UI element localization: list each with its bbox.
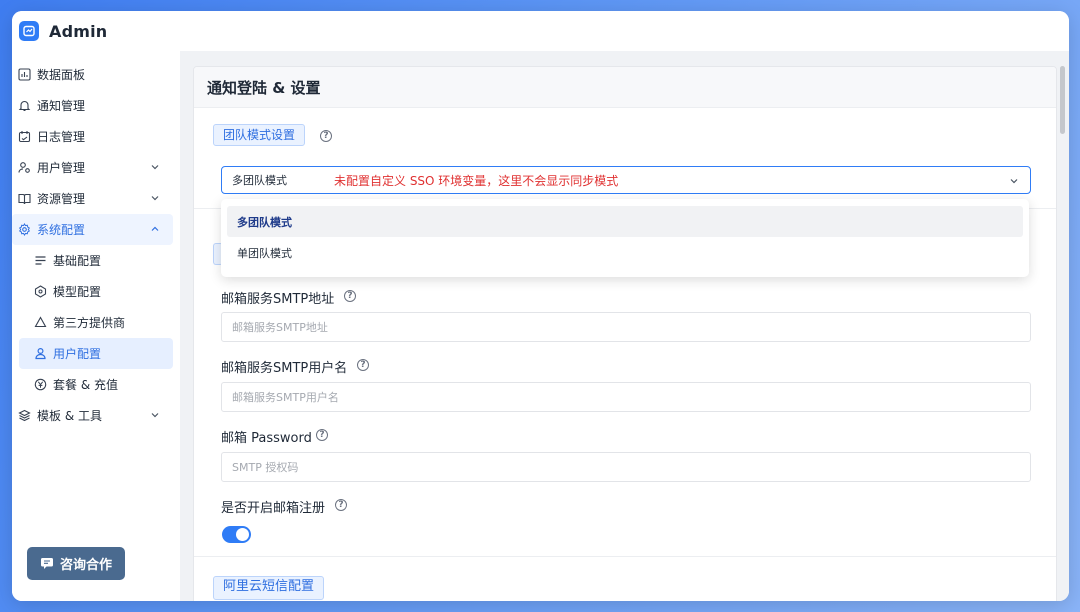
sidebar-item-logs[interactable]: 日志管理 <box>12 121 173 152</box>
sms-section-tag: 阿里云短信配置 <box>213 576 325 600</box>
menu-lines-icon <box>33 254 47 268</box>
sidebar-subitem-basic-config[interactable]: 基础配置 <box>19 245 173 276</box>
chevron-up-icon <box>151 226 159 231</box>
sidebar-subitem-plans[interactable]: 套餐 & 充值 <box>19 369 173 400</box>
smtp-host-label: 邮箱服务SMTP地址 <box>221 292 335 307</box>
help-icon[interactable]: ? <box>335 499 347 511</box>
sidebar-subitem-user-config[interactable]: 用户配置 <box>19 338 173 369</box>
team-mode-dropdown: 多团队模式 单团队模式 <box>221 199 1029 277</box>
team-mode-value: 多团队模式 <box>232 174 287 187</box>
settings-card: 通知登陆 & 设置 团队模式设置 ? 多团队模式 未配置自定义 SSO 环境变量… <box>193 66 1057 601</box>
card-title: 通知登陆 & 设置 <box>194 67 1056 108</box>
smtp-password-input[interactable]: SMTP 授权码 <box>221 452 1031 482</box>
sidebar-item-resources[interactable]: 资源管理 <box>12 183 173 214</box>
help-icon[interactable]: ? <box>357 359 369 371</box>
chat-icon <box>40 558 53 569</box>
sidebar-subitem-third-party[interactable]: 第三方提供商 <box>19 307 173 338</box>
sidebar-item-label: 第三方提供商 <box>53 316 126 330</box>
sidebar-item-users[interactable]: 用户管理 <box>12 152 173 183</box>
smtp-user-input[interactable]: 邮箱服务SMTP用户名 <box>221 382 1031 412</box>
chevron-down-icon <box>151 196 159 201</box>
sidebar-item-templates[interactable]: 模板 & 工具 <box>12 400 173 431</box>
book-icon <box>17 192 31 206</box>
chevron-down-icon <box>1010 179 1018 184</box>
consult-button[interactable]: 咨询合作 <box>27 547 125 580</box>
sidebar-item-label: 数据面板 <box>37 68 86 82</box>
app-title: Admin <box>49 21 108 41</box>
smtp-user-label: 邮箱服务SMTP用户名 <box>221 361 348 376</box>
sidebar-item-label: 基础配置 <box>53 254 102 268</box>
email-register-label: 是否开启邮箱注册 <box>221 501 326 516</box>
chevron-down-icon <box>151 165 159 170</box>
sidebar-item-notifications[interactable]: 通知管理 <box>12 90 173 121</box>
help-icon[interactable]: ? <box>320 130 332 142</box>
sso-warning-text: 未配置自定义 SSO 环境变量，这里不会显示同步模式 <box>334 173 619 188</box>
gear-icon <box>17 223 31 237</box>
admin-window: Admin 数据面板 通知管理 日志管理 用户管理 资源管理 系统配置 基础配置… <box>12 11 1069 601</box>
sidebar-item-label: 日志管理 <box>37 130 86 144</box>
yen-icon <box>33 378 47 392</box>
team-mode-section-tag: 团队模式设置 <box>213 124 306 146</box>
sidebar-item-label: 用户配置 <box>53 347 102 361</box>
bell-icon <box>17 99 31 113</box>
smtp-password-label: 邮箱 Password <box>221 431 312 446</box>
sidebar: 数据面板 通知管理 日志管理 用户管理 资源管理 系统配置 基础配置 模型配置 … <box>12 51 180 601</box>
smtp-host-input[interactable]: 邮箱服务SMTP地址 <box>221 312 1031 342</box>
sidebar-subitem-model-config[interactable]: 模型配置 <box>19 276 173 307</box>
sidebar-item-label: 用户管理 <box>37 161 86 175</box>
scrollbar[interactable] <box>1060 66 1065 134</box>
sidebar-item-label: 模型配置 <box>53 285 102 299</box>
option-multi-team[interactable]: 多团队模式 <box>227 206 1023 237</box>
section-divider <box>194 556 1056 557</box>
consult-label: 咨询合作 <box>59 558 112 573</box>
triangle-nodes-icon <box>33 316 47 330</box>
team-mode-select[interactable]: 多团队模式 未配置自定义 SSO 环境变量，这里不会显示同步模式 <box>221 166 1031 194</box>
chart-icon <box>17 68 31 82</box>
sidebar-item-label: 资源管理 <box>37 192 86 206</box>
model-icon <box>33 285 47 299</box>
layers-icon <box>17 409 31 423</box>
user-icon <box>33 347 47 361</box>
main-content: 通知登陆 & 设置 团队模式设置 ? 多团队模式 未配置自定义 SSO 环境变量… <box>180 51 1069 601</box>
sidebar-item-label: 模板 & 工具 <box>37 409 102 423</box>
chevron-down-icon <box>151 413 159 418</box>
sidebar-item-dashboard[interactable]: 数据面板 <box>12 59 173 90</box>
sidebar-item-label: 通知管理 <box>37 99 86 113</box>
help-icon[interactable]: ? <box>344 290 356 302</box>
sidebar-item-label: 套餐 & 充值 <box>53 378 118 392</box>
help-icon[interactable]: ? <box>316 429 328 441</box>
user-group-icon <box>17 161 31 175</box>
calendar-icon <box>17 130 31 144</box>
option-single-team[interactable]: 单团队模式 <box>227 237 1023 268</box>
app-logo-icon <box>19 21 39 41</box>
email-register-toggle[interactable] <box>222 526 251 543</box>
sidebar-item-system-config[interactable]: 系统配置 <box>12 214 173 245</box>
sidebar-item-label: 系统配置 <box>37 223 86 237</box>
top-bar: Admin <box>12 11 1069 51</box>
